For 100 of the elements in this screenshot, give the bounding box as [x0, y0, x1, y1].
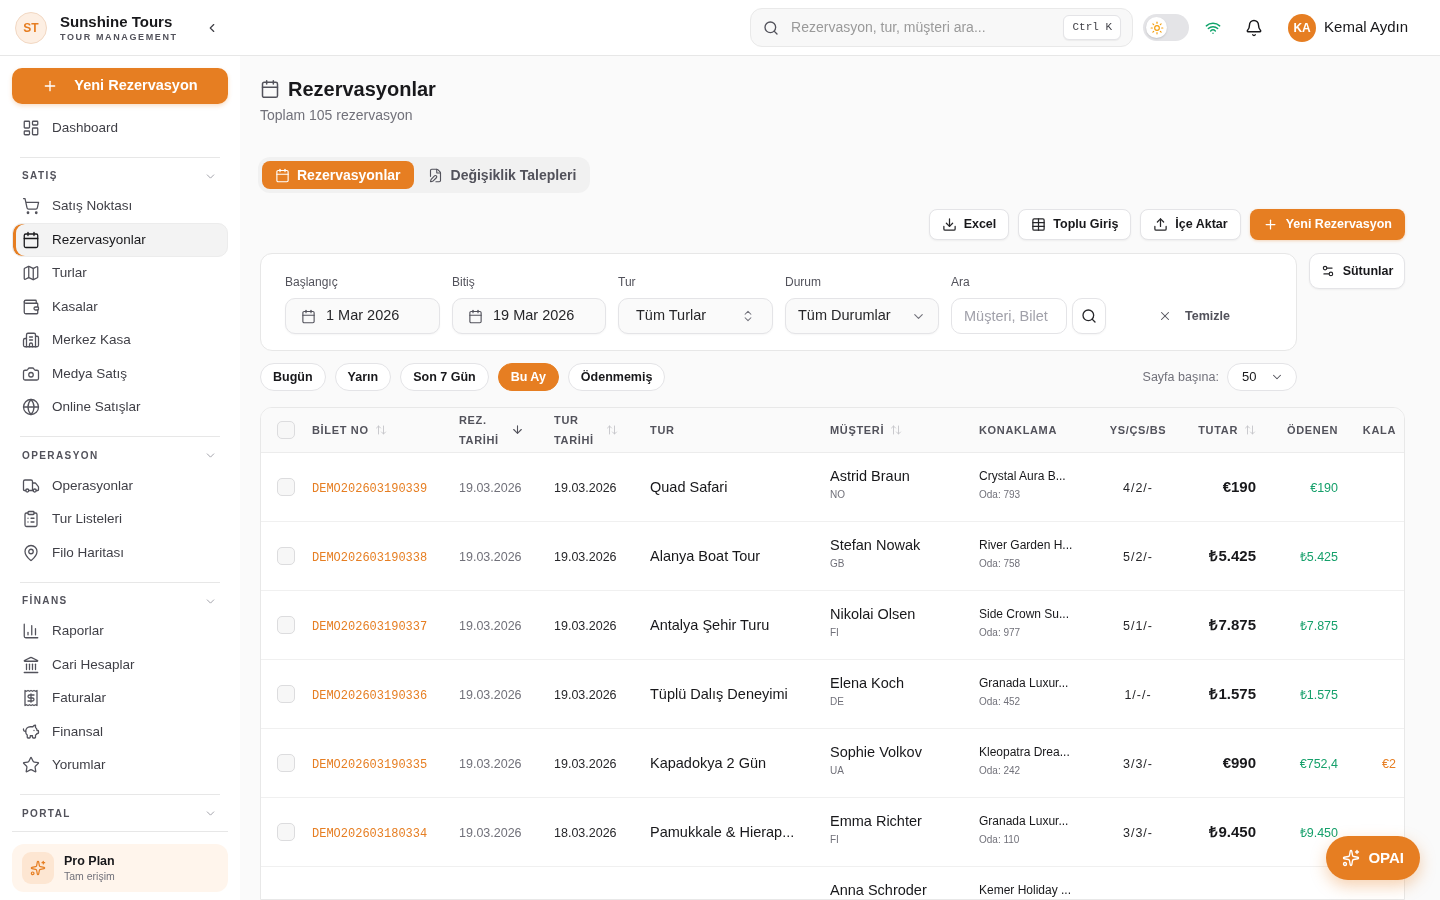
- tour-date: 19.03.2026: [554, 756, 617, 771]
- filter-chip[interactable]: Bugün: [260, 363, 326, 391]
- row-checkbox[interactable]: [277, 615, 295, 634]
- close-icon: [1158, 309, 1172, 323]
- column-header: TUTAR: [1198, 422, 1238, 438]
- section-toggle[interactable]: PORTAL: [12, 795, 228, 827]
- tab[interactable]: Değişiklik Talepleri: [417, 161, 587, 189]
- balance-amount: €2: [1382, 756, 1396, 771]
- date-field[interactable]: 1 Mar 2026: [285, 298, 440, 334]
- theme-switch[interactable]: [1143, 14, 1190, 41]
- status-dropdown[interactable]: Tüm Durumlar: [785, 298, 939, 334]
- download-icon: [941, 217, 957, 232]
- brand-tagline: TOUR MANAGEMENT: [60, 30, 178, 43]
- column-header: TUR TARİHİ: [554, 412, 595, 448]
- paid-amount: €752,4: [1299, 756, 1338, 771]
- customer-name: Sophie Volkov: [830, 744, 922, 760]
- country-code: UA: [830, 765, 844, 777]
- row-checkbox[interactable]: [277, 546, 295, 565]
- section-toggle[interactable]: SATIŞ: [12, 157, 228, 190]
- hotel-name: River Garden H...: [979, 537, 1073, 553]
- nav-item[interactable]: Yorumlar: [12, 748, 228, 782]
- upload-icon: [1153, 217, 1169, 232]
- user-name[interactable]: Kemal Aydın: [1324, 16, 1408, 39]
- field-label: Durum: [785, 275, 822, 289]
- row-checkbox[interactable]: [277, 477, 295, 496]
- pax-count: 1/-/-: [1124, 687, 1152, 702]
- sun-icon: [1149, 20, 1164, 35]
- select-all-checkbox[interactable]: [277, 420, 295, 439]
- room-number: Oda: 242: [979, 765, 1021, 777]
- column-header: MÜŞTERİ: [830, 422, 885, 438]
- toolbar-button[interactable]: İçe Aktar: [1140, 209, 1241, 240]
- nav-item[interactable]: Rezervasyonlar: [12, 223, 228, 257]
- pax-count: 5/2/-: [1123, 549, 1153, 564]
- tour-select[interactable]: Tüm Turlar: [618, 298, 773, 334]
- booking-date: 19.03.2026: [459, 687, 522, 702]
- nav-item[interactable]: Filo Haritası: [12, 536, 228, 570]
- filter-chip[interactable]: Ödenmemiş: [567, 363, 666, 391]
- booking-date: 19.03.2026: [459, 549, 522, 564]
- page-size-select[interactable]: 50: [1227, 363, 1297, 391]
- tour-date: 19.03.2026: [554, 549, 617, 564]
- country-code: FI: [830, 627, 839, 639]
- date-field[interactable]: 19 Mar 2026: [452, 298, 606, 334]
- search-field[interactable]: Rezervasyon, tur, müşteri ara... Ctrl K: [750, 8, 1134, 47]
- customer-name: Emma Richter: [830, 813, 922, 829]
- search-input[interactable]: Müşteri, Bilet: [951, 298, 1067, 334]
- nav-item[interactable]: Tur Listeleri: [12, 502, 228, 536]
- map-icon: [22, 264, 40, 283]
- nav-item[interactable]: Finansal: [12, 715, 228, 749]
- pax-count: 3/3/-: [1123, 756, 1153, 771]
- brand-name: Sunshine Tours: [60, 12, 174, 31]
- plan-card[interactable]: Pro Plan Tam erişim: [12, 844, 228, 892]
- filter-chip[interactable]: Yarın: [334, 363, 392, 391]
- tour-name: Quad Safari: [650, 478, 728, 495]
- plan-subtitle: Tam erişim: [64, 869, 115, 883]
- arrow-down-icon[interactable]: [511, 423, 524, 437]
- nav-item[interactable]: Operasyonlar: [12, 469, 228, 503]
- toolbar-button[interactable]: Excel: [928, 209, 1010, 240]
- calendar-icon: [275, 167, 290, 183]
- filter-chip[interactable]: Son 7 Gün: [400, 363, 489, 391]
- booking-date: 19.03.2026: [459, 480, 522, 495]
- nav-item[interactable]: Faturalar: [12, 681, 228, 715]
- bell-icon[interactable]: [1245, 18, 1264, 37]
- sort-icon[interactable]: [1244, 423, 1256, 436]
- table-icon: [1031, 217, 1047, 232]
- country-code: NO: [830, 489, 845, 501]
- tour-name: Antalya Şehir Turu: [650, 616, 770, 633]
- country-code: DE: [830, 696, 844, 708]
- clear-button[interactable]: Temizle: [1148, 298, 1240, 334]
- pin-icon: [22, 543, 40, 562]
- row-checkbox[interactable]: [277, 684, 295, 703]
- nav-item[interactable]: Medya Satış: [12, 357, 228, 391]
- nav-item[interactable]: Turlar: [12, 256, 228, 290]
- logo-badge: ST: [15, 11, 47, 44]
- nav-item[interactable]: Raporlar: [12, 614, 228, 648]
- total-amount: ₺7.875: [1209, 615, 1256, 633]
- nav-item[interactable]: Cari Hesaplar: [12, 648, 228, 682]
- pax-count: 4/2/-: [1123, 480, 1153, 495]
- field-label: Ara: [951, 275, 971, 289]
- sort-icon[interactable]: [890, 423, 903, 436]
- nav-item[interactable]: Kasalar: [12, 290, 228, 324]
- building-icon: [22, 331, 40, 350]
- section-toggle[interactable]: OPERASYON: [12, 437, 228, 469]
- columns-button[interactable]: Sütunlar: [1309, 253, 1405, 289]
- customer-name: Nikolai Olsen: [830, 606, 916, 622]
- row-checkbox[interactable]: [277, 822, 295, 841]
- search-button[interactable]: [1072, 298, 1106, 334]
- nav-item[interactable]: Merkez Kasa: [12, 323, 228, 357]
- pax-count: 5/1/-: [1123, 618, 1153, 633]
- section-toggle[interactable]: FİNANS: [12, 582, 228, 615]
- row-checkbox[interactable]: [277, 753, 295, 772]
- clipboard-icon: [22, 510, 40, 529]
- sort-icon[interactable]: [374, 423, 387, 436]
- nav-item[interactable]: Dashboard: [12, 111, 228, 145]
- search-input[interactable]: Rezervasyon, tur, müşteri ara...: [791, 17, 1052, 38]
- field-label: Bitiş: [452, 275, 476, 289]
- nav-item[interactable]: Satış Noktası: [12, 189, 228, 223]
- customer-name: Astrid Braun: [830, 468, 910, 484]
- toolbar-button[interactable]: Toplu Giriş: [1018, 209, 1132, 240]
- nav-item[interactable]: Online Satışlar: [12, 390, 228, 424]
- sort-icon[interactable]: [606, 423, 618, 436]
